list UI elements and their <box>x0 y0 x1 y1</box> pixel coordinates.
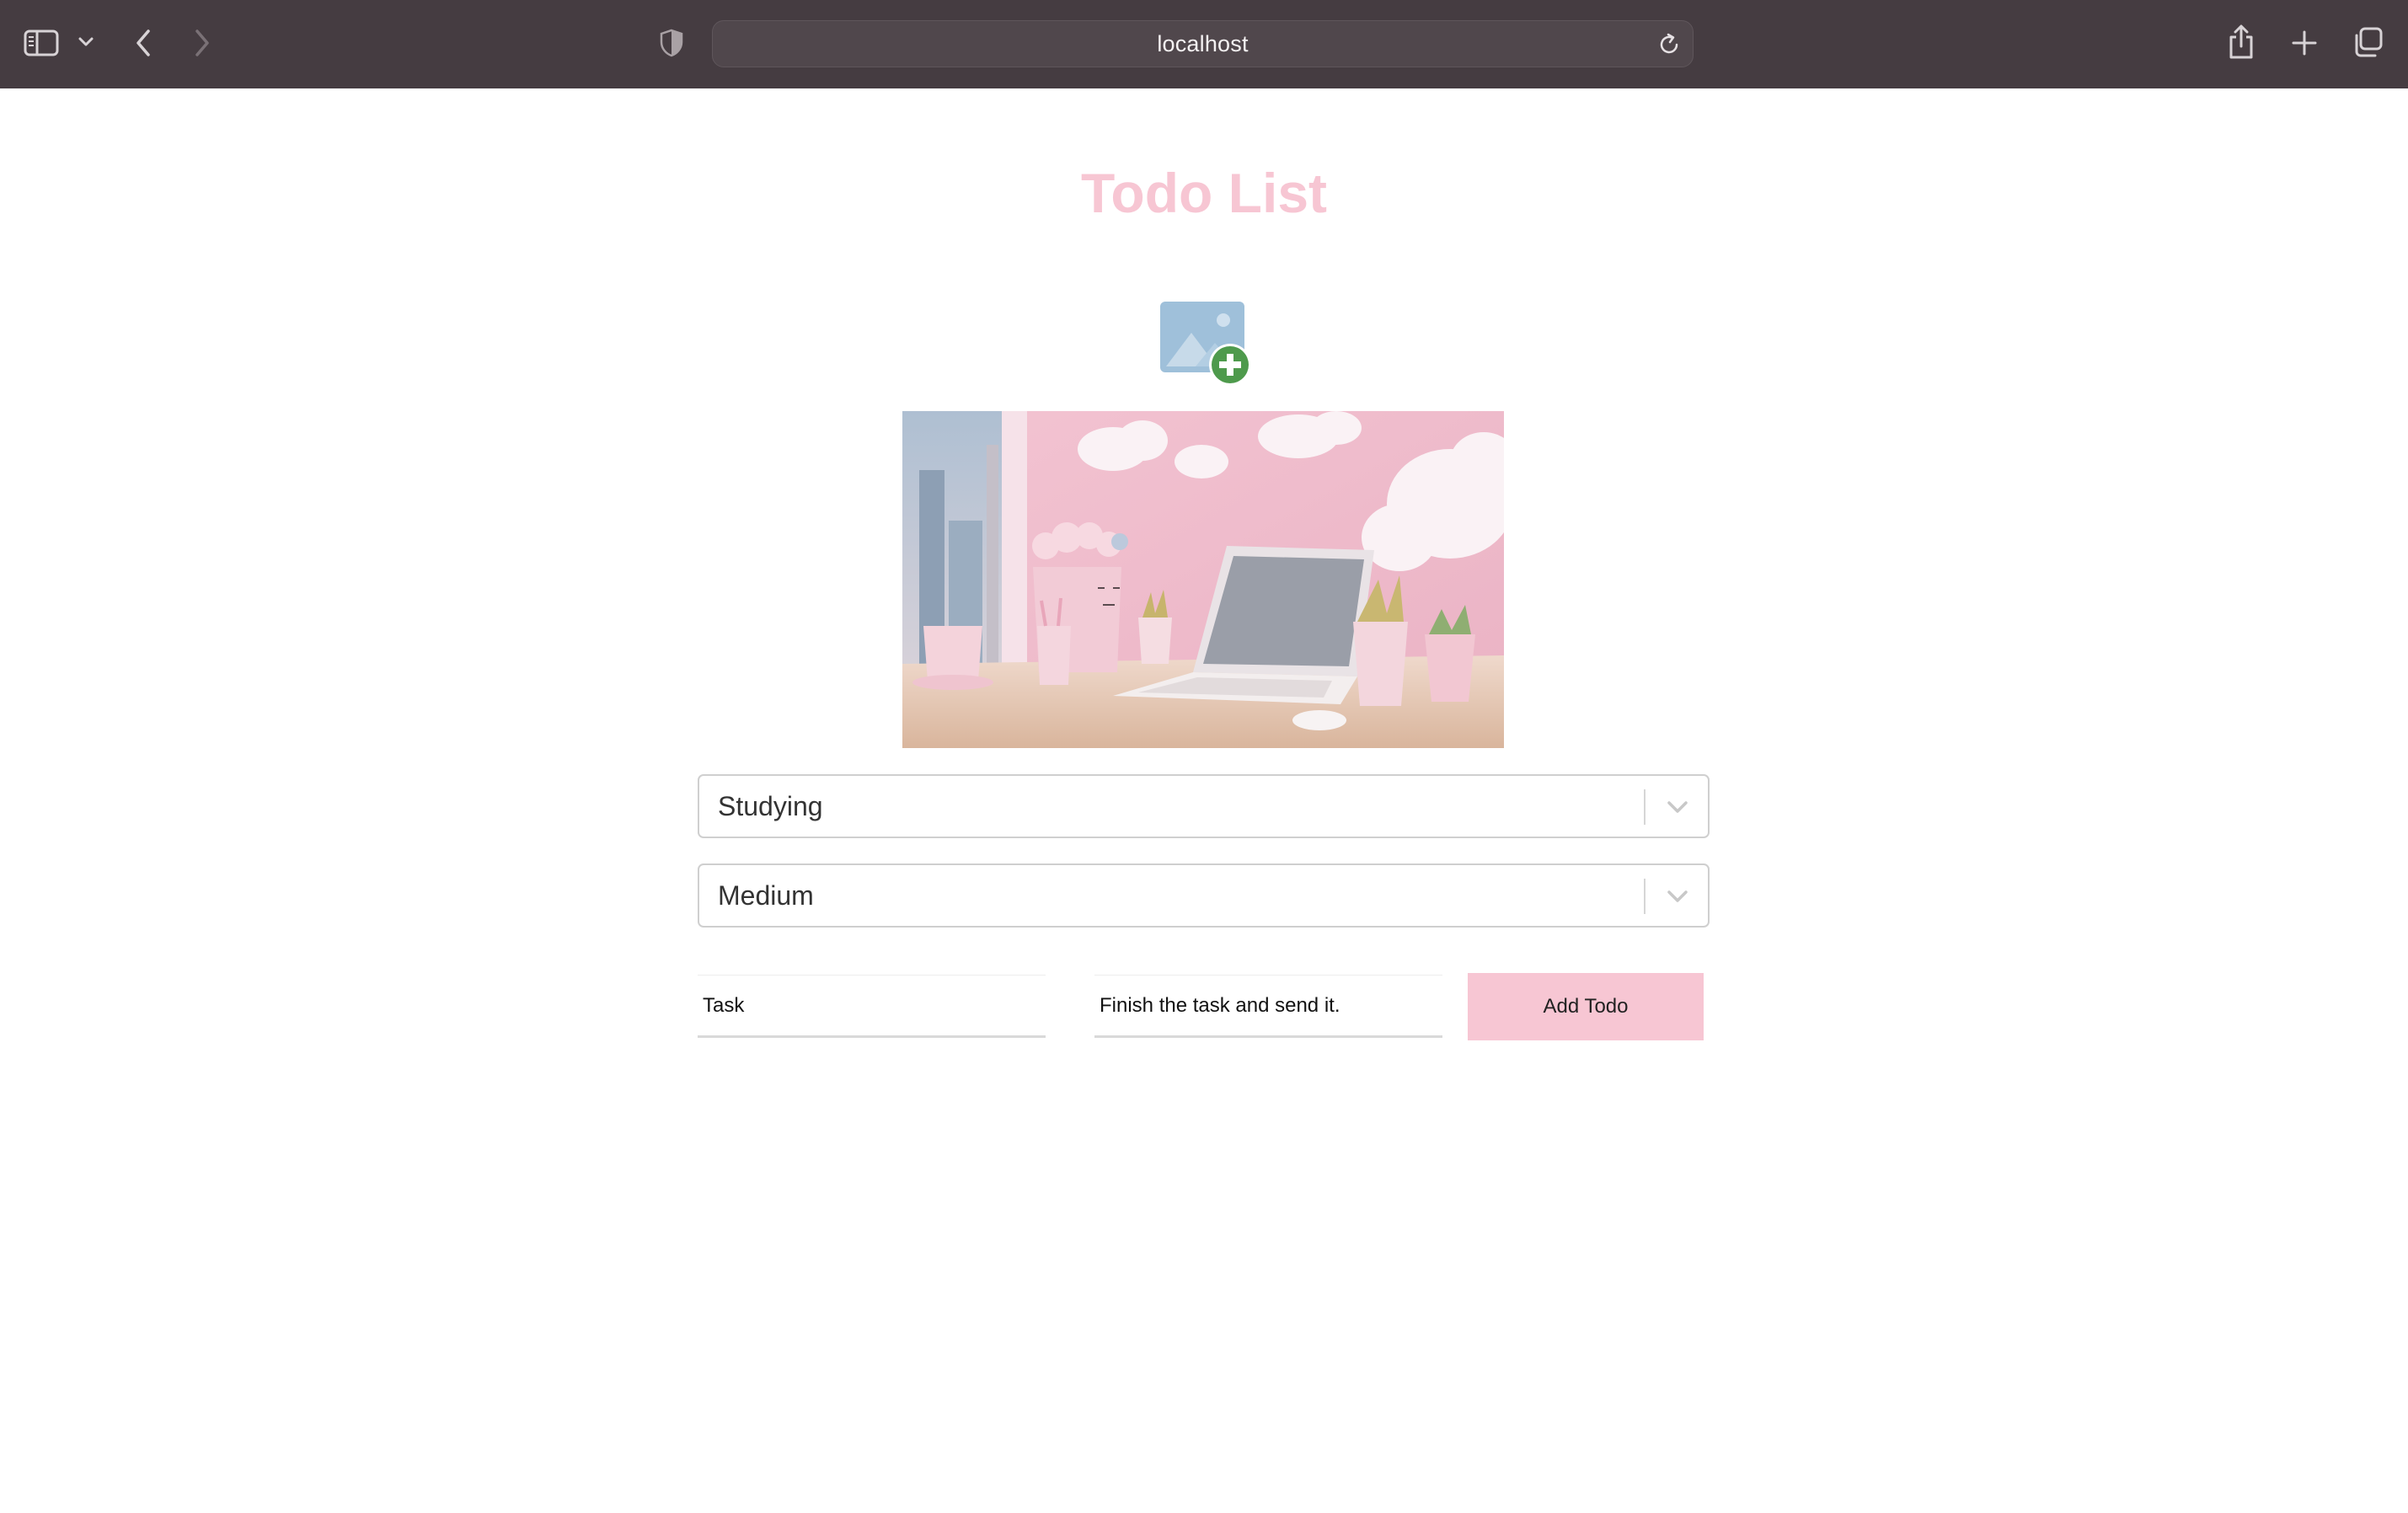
plus-icon[interactable] <box>2288 27 2320 59</box>
category-select[interactable]: Studying <box>698 774 1710 838</box>
chevron-down-icon[interactable] <box>1664 795 1691 819</box>
page-title: Todo List <box>1080 162 1328 224</box>
forward-chevron-icon[interactable] <box>190 25 215 61</box>
image-add-icon[interactable] <box>1158 299 1255 388</box>
shield-icon[interactable] <box>657 27 686 59</box>
tabs-overview-icon[interactable] <box>2351 25 2384 59</box>
category-select-value: Studying <box>718 790 823 821</box>
add-todo-button[interactable]: Add Todo <box>1468 973 1704 1040</box>
select-separator <box>1644 789 1645 825</box>
desk-illustration-image <box>902 411 1504 748</box>
priority-select[interactable]: Medium <box>698 863 1710 928</box>
chevron-down-icon[interactable] <box>76 34 96 51</box>
address-text: localhost <box>1157 30 1249 56</box>
share-icon[interactable] <box>2226 22 2256 62</box>
select-separator <box>1644 879 1645 914</box>
sidebar-toggle-icon[interactable] <box>22 27 61 59</box>
task-input[interactable] <box>698 975 1046 1038</box>
browser-toolbar: localhost <box>0 0 2408 88</box>
address-bar[interactable]: localhost <box>712 20 1694 67</box>
reload-icon[interactable] <box>1656 31 1683 58</box>
description-input[interactable] <box>1094 975 1442 1038</box>
back-chevron-icon[interactable] <box>131 25 156 61</box>
priority-select-value: Medium <box>718 879 814 911</box>
chevron-down-icon[interactable] <box>1664 885 1691 908</box>
